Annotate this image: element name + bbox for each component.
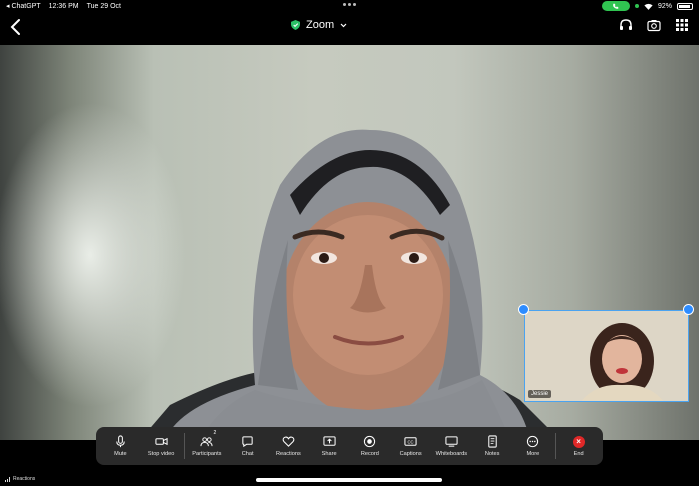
participants-count: 2 — [213, 430, 217, 436]
headphones-icon[interactable] — [619, 18, 633, 32]
stop-video-label: Stop video — [147, 451, 175, 457]
end-call-icon: × — [572, 435, 585, 448]
battery-percent: 92% — [657, 2, 672, 10]
toolbar-divider — [183, 433, 185, 459]
resize-handle-left[interactable] — [518, 304, 529, 315]
more-label: More — [526, 451, 540, 457]
mute-button[interactable]: Mute — [100, 427, 141, 465]
participants-button[interactable]: 2 Participants — [187, 427, 228, 465]
share-label: Share — [321, 451, 337, 457]
phone-icon — [613, 3, 619, 9]
captions-button[interactable]: CC Captions — [390, 427, 431, 465]
battery-icon — [677, 2, 693, 10]
reactions-label: Reactions — [275, 451, 301, 457]
captions-icon: CC — [404, 437, 417, 446]
chevron-left-icon[interactable] — [9, 18, 23, 36]
gallery-grid-icon[interactable] — [675, 18, 689, 32]
encryption-shield-icon — [291, 20, 300, 30]
record-icon — [364, 435, 376, 448]
self-view-name: Jessie — [528, 390, 552, 398]
whiteboards-button[interactable]: Whiteboards — [431, 427, 472, 465]
whiteboard-icon — [445, 436, 458, 447]
heart-icon — [282, 436, 295, 447]
microphone-icon — [116, 435, 125, 448]
stop-video-button[interactable]: Stop video — [141, 427, 182, 465]
end-button[interactable]: × End — [558, 427, 599, 465]
notes-label: Notes — [484, 451, 500, 457]
resize-handle-right[interactable] — [683, 304, 694, 315]
multitasking-dots-icon[interactable] — [343, 3, 356, 6]
wifi-icon — [644, 3, 653, 10]
video-camera-icon — [155, 437, 168, 446]
notes-button[interactable]: Notes — [472, 427, 513, 465]
share-button[interactable]: Share — [309, 427, 350, 465]
self-view-video[interactable]: Jessie — [524, 310, 689, 402]
bottom-reactions-label: Reactions — [13, 476, 36, 482]
meeting-title: Zoom — [306, 19, 335, 31]
participants-label: Participants — [192, 451, 222, 457]
switch-camera-icon[interactable] — [647, 18, 661, 32]
more-button[interactable]: More — [513, 427, 554, 465]
reactions-button[interactable]: Reactions — [268, 427, 309, 465]
svg-text:CC: CC — [408, 439, 414, 444]
back-to-app-link[interactable]: ◂ ChatGPT — [6, 2, 41, 10]
active-call-indicator[interactable] — [601, 1, 630, 11]
record-label: Record — [360, 451, 379, 457]
whiteboards-label: Whiteboards — [435, 451, 468, 457]
record-button[interactable]: Record — [350, 427, 391, 465]
share-screen-icon — [323, 436, 336, 446]
chat-button[interactable]: Chat — [227, 427, 268, 465]
self-view-frame — [525, 311, 688, 401]
captions-label: Captions — [399, 451, 422, 457]
meeting-top-bar: Zoom — [0, 12, 699, 45]
notes-icon — [487, 435, 497, 448]
toolbar-divider — [555, 433, 557, 459]
mic-in-use-dot — [634, 4, 639, 8]
meeting-title-button[interactable]: Zoom — [291, 19, 347, 31]
mute-label: Mute — [114, 451, 127, 457]
signal-bars-icon — [5, 476, 10, 482]
home-indicator[interactable] — [256, 478, 442, 482]
status-time: 12:36 PM — [48, 2, 79, 10]
more-icon — [527, 435, 539, 448]
chat-bubble-icon — [242, 436, 253, 448]
status-bar: ◂ ChatGPT 12:36 PM Tue 29 Oct 92% — [0, 0, 699, 12]
chat-label: Chat — [241, 451, 254, 457]
participants-icon — [200, 437, 213, 447]
end-label: End — [573, 450, 584, 457]
bottom-reactions-shortcut[interactable]: Reactions — [5, 476, 35, 482]
status-date: Tue 29 Oct — [86, 2, 121, 10]
meeting-toolbar: Mute Stop video 2 Participants Chat Reac… — [96, 427, 603, 465]
chevron-down-icon — [340, 23, 347, 27]
